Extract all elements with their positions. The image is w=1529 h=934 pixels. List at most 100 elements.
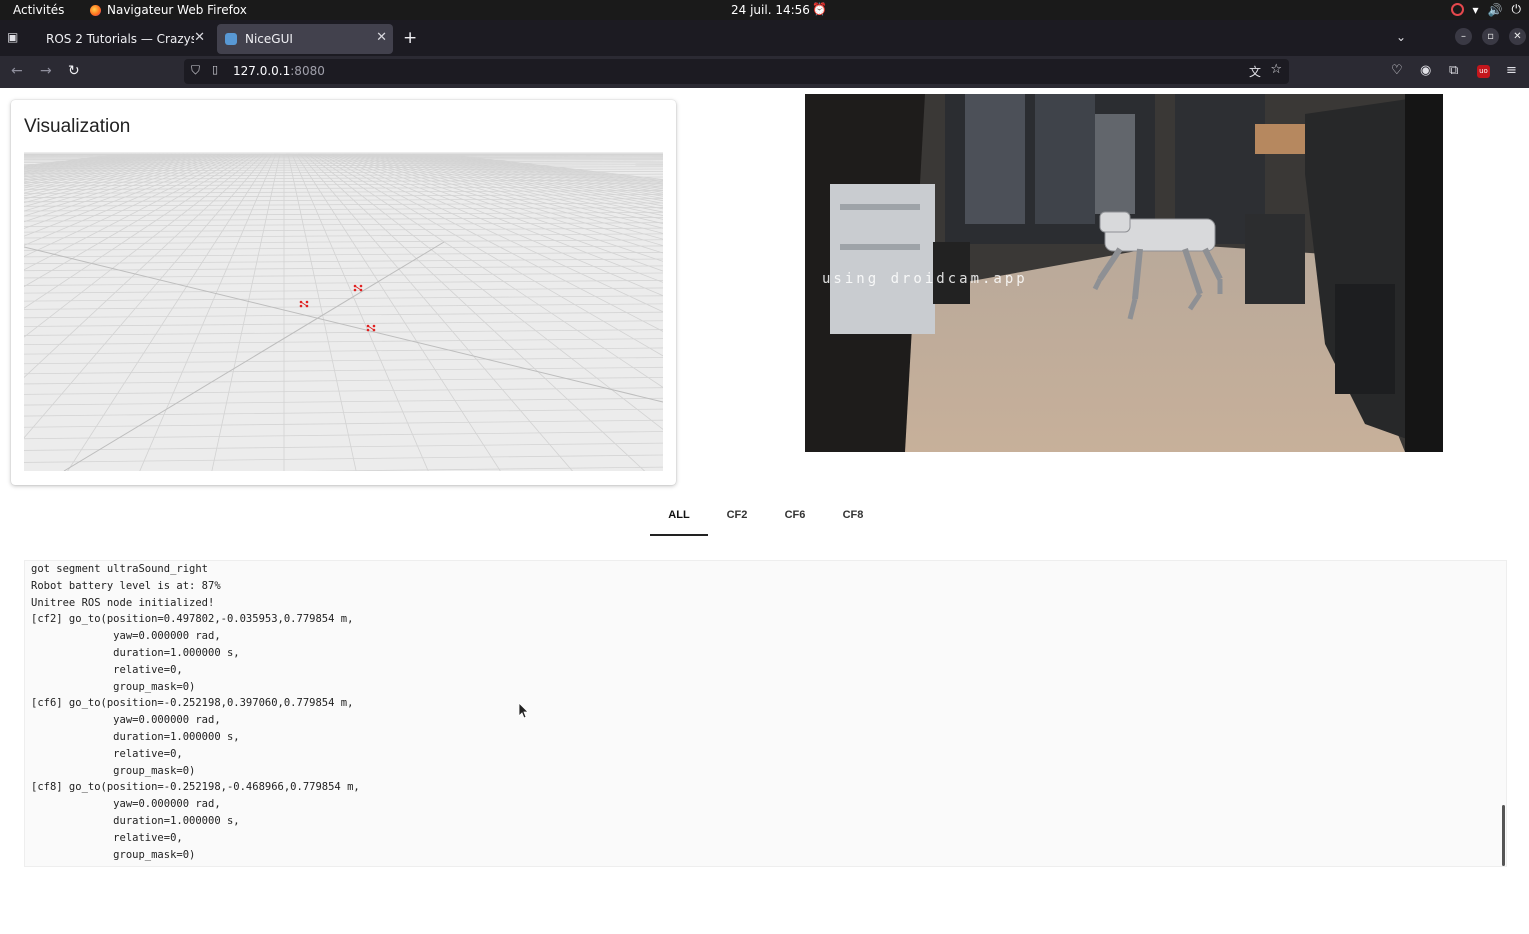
log-line: group_mask=0)	[31, 680, 196, 693]
grid-line	[24, 207, 663, 212]
log-line: duration=1.000000 s,	[31, 730, 240, 743]
list-all-tabs-icon[interactable]: ⌄	[1396, 30, 1406, 44]
account-icon[interactable]: ◉	[1420, 63, 1431, 78]
axis-line	[24, 246, 663, 403]
restore-icon[interactable]: ▫	[1482, 28, 1499, 45]
grid-line	[24, 239, 663, 245]
grid-line	[24, 211, 663, 217]
system-tray[interactable]: ▾ 🔊 ⏻	[1450, 2, 1522, 17]
grid-line	[24, 408, 663, 417]
grid-line	[24, 227, 663, 233]
grid-line	[24, 442, 663, 451]
grid-line	[24, 194, 663, 198]
grid-line	[24, 357, 663, 365]
url-bar[interactable]: ⛉ ▯ 127.0.0.1:8080 文 ☆	[184, 59, 1289, 84]
grid-line	[24, 182, 663, 187]
log-scrollbar[interactable]	[1502, 805, 1505, 866]
log-line: group_mask=0)	[31, 764, 196, 777]
power-icon: ⏻	[1511, 2, 1522, 16]
activities-button[interactable]: Activités	[13, 3, 64, 17]
grid-line	[24, 287, 663, 294]
grid-line	[24, 366, 663, 375]
grid-line	[24, 397, 663, 406]
extensions-icon[interactable]: ⧉	[1449, 63, 1458, 78]
close-tab-icon[interactable]: ✕	[376, 30, 387, 45]
log-line: [cf8] go_to(position=-0.252198,-0.468966…	[31, 781, 360, 794]
log-line: relative=0,	[31, 747, 183, 760]
grid-line	[24, 311, 663, 319]
tab-cf6[interactable]: CF6	[766, 504, 824, 536]
log-line: relative=0,	[31, 663, 183, 676]
wifi-icon: ▾	[1472, 2, 1479, 17]
tab-nicegui[interactable]: NiceGUI ✕	[217, 24, 393, 54]
grid-line	[24, 222, 663, 227]
log-line: got segment ultraSound_right	[31, 563, 209, 575]
firefox-view-icon[interactable]: ▣	[7, 30, 21, 44]
drone-cf8-marker[interactable]	[366, 324, 376, 332]
browser-tab-strip: ▣ ROS 2 Tutorials — Crazyswa ✕ NiceGUI ✕…	[0, 20, 1529, 56]
close-tab-icon[interactable]: ✕	[194, 30, 205, 45]
3d-grid-canvas[interactable]	[24, 152, 663, 471]
translate-icon[interactable]: 文	[1249, 63, 1261, 80]
minimize-icon[interactable]: –	[1455, 28, 1472, 45]
log-line: relative=0,	[31, 831, 183, 844]
shield-icon[interactable]: ⛉	[191, 63, 200, 78]
drone-cf6-marker[interactable]	[299, 300, 309, 308]
grid-line	[24, 387, 663, 395]
firefox-icon	[90, 4, 101, 16]
url-text[interactable]: 127.0.0.1:8080	[233, 64, 325, 78]
grid-line	[24, 216, 663, 222]
grid-line	[24, 338, 663, 346]
log-panel[interactable]: got segment ultraSound_right Robot batter…	[24, 560, 1507, 867]
url-port: :8080	[290, 64, 325, 78]
reload-icon[interactable]: ↻	[68, 63, 80, 79]
log-line: group_mask=0)	[31, 848, 196, 861]
system-top-bar: Activités Navigateur Web Firefox 24 juil…	[0, 0, 1529, 20]
page-content: Visualization using droidcam.app ALL CF2…	[0, 88, 1529, 934]
log-line: Unitree ROS node initialized!	[31, 596, 215, 609]
close-window-icon[interactable]: ✕	[1509, 28, 1526, 45]
pocket-icon[interactable]: ♡	[1391, 63, 1403, 78]
url-host: 127.0.0.1	[233, 64, 291, 78]
log-line: yaw=0.000000 rad,	[31, 798, 221, 811]
mouse-cursor-icon	[519, 703, 529, 719]
grid-line	[24, 347, 663, 355]
bookmark-star-icon[interactable]: ☆	[1270, 62, 1282, 77]
grid-line	[211, 153, 281, 471]
back-icon[interactable]: ←	[11, 63, 23, 79]
tab-title: ROS 2 Tutorials — Crazyswa	[46, 32, 194, 46]
forward-icon[interactable]: →	[40, 63, 52, 79]
grid-line	[24, 303, 663, 310]
visualization-card: Visualization	[11, 100, 676, 485]
log-lines: got segment ultraSound_right Robot batter…	[31, 561, 360, 863]
grid-line	[24, 233, 663, 239]
log-line: yaw=0.000000 rad,	[31, 714, 221, 727]
app-menu[interactable]: Navigateur Web Firefox	[90, 3, 247, 17]
log-line: yaw=0.000000 rad,	[31, 630, 221, 643]
clock[interactable]: 24 juil. 14:56	[731, 3, 810, 17]
app-menu-icon[interactable]: ≡	[1506, 63, 1517, 78]
3d-scene-viewport[interactable]	[24, 152, 663, 471]
ublock-origin-icon[interactable]: uo	[1477, 65, 1490, 78]
new-tab-icon[interactable]: +	[403, 28, 417, 48]
log-line: Robot battery level is at: 87%	[31, 579, 221, 592]
log-line: [cf6] go_to(position=-0.252198,0.397060,…	[31, 697, 354, 710]
alarm-icon: ⏰	[812, 2, 827, 16]
grid-line	[24, 419, 663, 428]
tab-cf8[interactable]: CF8	[824, 504, 882, 536]
navigation-toolbar: ← → ↻ ⛉ ▯ 127.0.0.1:8080 文 ☆ ♡ ◉ ⧉ uo ≡	[0, 56, 1529, 88]
tab-title: NiceGUI	[245, 32, 293, 46]
tab-all[interactable]: ALL	[650, 504, 708, 536]
tab-cf2[interactable]: CF2	[708, 504, 766, 536]
page-info-icon[interactable]: ▯	[212, 63, 218, 76]
app-name: Navigateur Web Firefox	[107, 3, 247, 17]
camera-watermark: using droidcam.app	[822, 271, 1028, 287]
log-line: [cf2] go_to(position=0.497802,-0.035953,…	[31, 613, 354, 626]
tab-ros2-tutorials[interactable]: ROS 2 Tutorials — Crazyswa ✕	[33, 24, 211, 54]
visualization-title: Visualization	[24, 116, 131, 137]
grid-line	[300, 466, 663, 471]
grid-line	[24, 258, 663, 265]
grid-line	[24, 329, 663, 336]
grid-line	[24, 245, 663, 251]
grid-line	[24, 454, 663, 463]
